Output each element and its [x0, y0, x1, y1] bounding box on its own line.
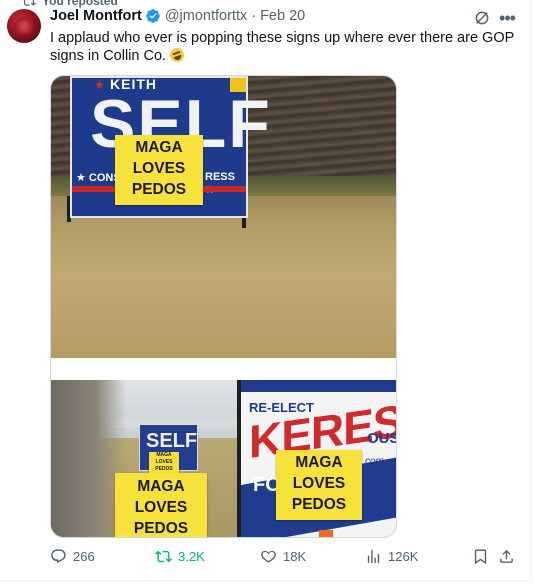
header-separator: · — [251, 8, 257, 24]
tweet-body: I applaud who ever is popping these sign… — [50, 30, 515, 64]
small-maga-overlay: MAGA LOVES PEDOS — [149, 452, 179, 474]
photo-2[interactable]: SELF MAGA LOVES PEDOS MAGA LOVES PEDOS R… — [51, 380, 396, 537]
tweet-text: I applaud who ever is popping these sign… — [50, 29, 515, 65]
share-icon — [500, 549, 513, 563]
maga-overlay-sign: MAGA LOVES PEDOS — [115, 135, 203, 205]
author-name[interactable]: Joel Montfort — [50, 8, 142, 24]
retweet-icon — [155, 550, 172, 562]
reposted-label: You reposted — [42, 0, 118, 8]
author-handle[interactable]: @jmontforttx — [165, 8, 247, 24]
like-button[interactable]: 18K — [260, 546, 306, 566]
repost-icon — [24, 0, 36, 6]
bookmark-button[interactable] — [472, 546, 489, 566]
maga-overlay-left: MAGA LOVES PEDOS — [115, 473, 207, 537]
tweet-actions: 266 3.2K 18K 126K — [50, 546, 520, 566]
reply-count: 266 — [73, 548, 95, 564]
repost-count: 3.2K — [178, 548, 205, 564]
maga-overlay-right: MAGA LOVES PEDOS — [276, 450, 362, 520]
photo-1[interactable]: ★ KEITH SELF ★ CONS RESS ★ MAGA LOVES PE… — [51, 76, 396, 358]
rofl-emoji-icon — [168, 46, 187, 64]
avatar[interactable] — [7, 9, 41, 43]
tweet-date[interactable]: Feb 20 — [260, 8, 305, 24]
frame-divider-bottom — [0, 580, 532, 581]
reply-button[interactable]: 266 — [50, 546, 95, 566]
tweet-header: Joel Montfort @jmontforttx · Feb 20 — [50, 8, 305, 24]
more-icon[interactable]: ••• — [499, 8, 516, 28]
verified-badge-icon[interactable] — [145, 8, 161, 24]
grok-icon[interactable] — [473, 9, 491, 27]
views-button[interactable]: 126K — [365, 546, 418, 566]
sign-corner — [230, 78, 246, 92]
bookmark-icon — [474, 548, 487, 564]
keresa-ous: OUS — [367, 430, 396, 447]
views-count: 126K — [388, 548, 419, 564]
sign-band-right: RESS ★ — [205, 171, 235, 196]
media-grid[interactable]: ★ KEITH SELF ★ CONS RESS ★ MAGA LOVES PE… — [50, 75, 397, 538]
repost-button[interactable]: 3.2K — [155, 546, 205, 566]
traffic-cone — [319, 530, 333, 537]
like-icon — [261, 550, 276, 563]
share-button[interactable] — [498, 546, 515, 566]
reply-icon — [51, 548, 66, 563]
like-count: 18K — [283, 548, 307, 564]
views-icon — [367, 549, 380, 563]
reposted-indicator: You reposted — [22, 0, 118, 8]
sign-band-left: ★ CONS — [76, 172, 121, 184]
frame-divider-right — [531, 0, 532, 584]
keresa-com: com — [365, 456, 384, 467]
